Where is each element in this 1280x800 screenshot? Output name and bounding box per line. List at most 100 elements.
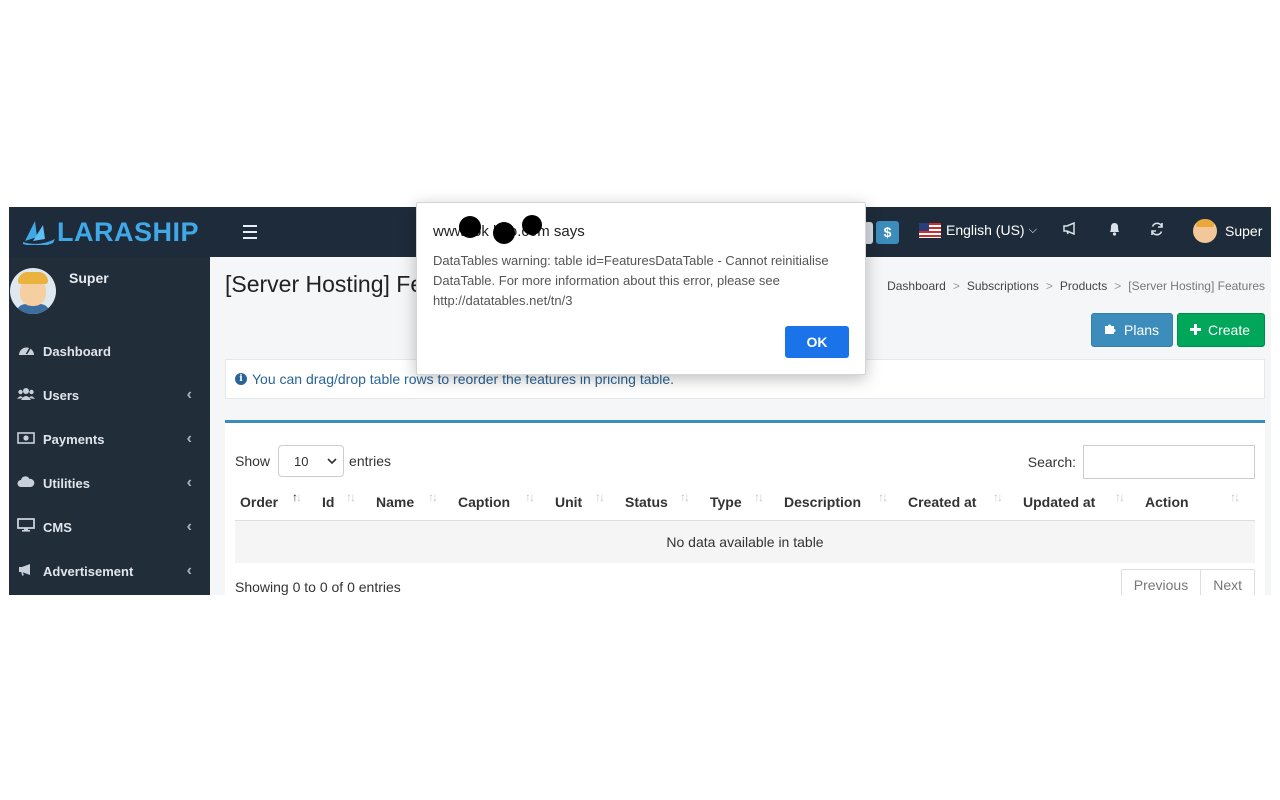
user-menu[interactable]: Super xyxy=(1193,219,1262,243)
sidebar-item-label: Advertisement xyxy=(43,563,134,579)
sort-icon[interactable]: ↑↓ xyxy=(1115,490,1125,504)
features-table-box: Show 10 entries Search: Order ↑↓ Id ↑↓ N… xyxy=(225,420,1265,595)
show-label: Show xyxy=(235,453,271,469)
sort-icon[interactable]: ↑↓ xyxy=(1230,490,1240,504)
avatar xyxy=(1193,219,1217,243)
chevron-left-icon: ‹ xyxy=(186,518,192,535)
breadcrumb-separator: > xyxy=(1114,279,1122,293)
sort-icon[interactable]: ↑↓ xyxy=(428,490,438,504)
sidebar-user-panel: Super xyxy=(9,265,210,321)
breadcrumb-current: [Server Hosting] Features xyxy=(1128,279,1265,293)
users-icon xyxy=(16,387,36,404)
sort-ascending-icon[interactable]: ↑↓ xyxy=(292,490,302,504)
language-selector[interactable]: English (US) ⌵ xyxy=(919,222,1037,238)
sort-icon[interactable]: ↑↓ xyxy=(680,490,690,504)
sidebar-item-label: Dashboard xyxy=(43,343,111,359)
column-description[interactable]: Description xyxy=(784,494,861,510)
money-icon xyxy=(16,431,36,448)
table-header: Order ↑↓ Id ↑↓ Name ↑↓ Caption ↑↓ Unit ↑… xyxy=(235,490,1255,520)
user-name: Super xyxy=(1225,223,1263,239)
page-size-select[interactable]: 10 xyxy=(278,445,345,477)
chevron-down-icon xyxy=(327,458,337,464)
column-type[interactable]: Type xyxy=(710,494,742,510)
sort-icon[interactable]: ↑↓ xyxy=(993,490,1003,504)
page-size-value: 10 xyxy=(294,453,309,469)
table-info: Showing 0 to 0 of 0 entries xyxy=(235,579,401,595)
sort-icon[interactable]: ↑↓ xyxy=(346,490,356,504)
plus-icon xyxy=(1190,322,1201,338)
breadcrumb: Dashboard > Subscriptions > Products > [… xyxy=(887,279,1265,293)
column-caption[interactable]: Caption xyxy=(458,494,510,510)
sidebar-menu: Dashboard Users ‹ Payments ‹ Utilities ‹… xyxy=(9,329,210,593)
search-input[interactable] xyxy=(1083,445,1255,479)
dashboard-icon xyxy=(16,343,36,360)
create-label: Create xyxy=(1208,322,1251,338)
column-status[interactable]: Status xyxy=(625,494,668,510)
sort-icon[interactable]: ↑↓ xyxy=(595,490,605,504)
redaction-mark xyxy=(459,216,481,238)
dialog-message: DataTables warning: table id=FeaturesDat… xyxy=(433,253,829,308)
chevron-left-icon: ‹ xyxy=(186,562,192,579)
language-label: English (US) xyxy=(946,222,1025,238)
chevron-left-icon: ‹ xyxy=(186,386,192,403)
sidebar-item-advertisement[interactable]: Advertisement ‹ xyxy=(9,549,210,593)
sort-icon[interactable]: ↑↓ xyxy=(525,490,535,504)
column-name[interactable]: Name xyxy=(376,494,414,510)
sidebar-item-users[interactable]: Users ‹ xyxy=(9,373,210,417)
info-icon: i xyxy=(235,373,247,385)
sidebar-item-label: CMS xyxy=(43,519,72,535)
column-unit[interactable]: Unit xyxy=(555,494,582,510)
column-id[interactable]: Id xyxy=(322,494,334,510)
column-updated-at[interactable]: Updated at xyxy=(1023,494,1095,510)
breadcrumb-separator: > xyxy=(952,279,960,293)
bell-icon[interactable] xyxy=(1105,222,1123,240)
plans-label: Plans xyxy=(1124,322,1160,338)
bullhorn-icon[interactable] xyxy=(1061,221,1079,240)
menu-toggle-button[interactable] xyxy=(243,221,257,243)
chevron-left-icon: ‹ xyxy=(186,430,192,447)
logo[interactable]: LARASHIP xyxy=(23,215,199,249)
sort-icon[interactable]: ↑↓ xyxy=(754,490,764,504)
bullhorn-icon xyxy=(16,563,36,580)
currency-button[interactable]: $ xyxy=(876,221,899,244)
logo-text: LARASHIP xyxy=(57,216,200,247)
empty-table-row: No data available in table xyxy=(235,520,1255,563)
sidebar-user-name: Super xyxy=(69,270,109,286)
us-flag-icon xyxy=(919,222,941,238)
table-search: Search: xyxy=(1028,445,1255,479)
logo-icon xyxy=(23,221,55,245)
chevron-down-icon: ⌵ xyxy=(1028,223,1037,236)
create-button[interactable]: Create xyxy=(1177,313,1265,347)
alert-dialog: www. ok koo.com says DataTables warning:… xyxy=(416,202,866,375)
chevron-left-icon: ‹ xyxy=(186,474,192,491)
redaction-mark xyxy=(522,215,542,235)
column-action[interactable]: Action xyxy=(1145,494,1189,510)
breadcrumb-products[interactable]: Products xyxy=(1060,279,1107,293)
plans-button[interactable]: Plans xyxy=(1091,313,1173,347)
cloud-icon xyxy=(16,475,36,492)
sidebar-item-label: Users xyxy=(43,387,80,403)
sidebar-item-utilities[interactable]: Utilities ‹ xyxy=(9,461,210,505)
breadcrumb-separator: > xyxy=(1045,279,1053,293)
desktop-icon xyxy=(16,518,36,536)
sidebar-item-label: Utilities xyxy=(43,475,90,491)
breadcrumb-dashboard[interactable]: Dashboard xyxy=(887,279,946,293)
pagination: Previous Next xyxy=(1120,569,1255,595)
entries-label: entries xyxy=(349,453,392,469)
sidebar-item-label: Payments xyxy=(43,431,105,447)
sidebar-item-dashboard[interactable]: Dashboard xyxy=(9,329,210,373)
puzzle-icon xyxy=(1104,322,1117,338)
next-button[interactable]: Next xyxy=(1201,569,1255,595)
breadcrumb-subscriptions[interactable]: Subscriptions xyxy=(967,279,1039,293)
previous-button[interactable]: Previous xyxy=(1120,569,1202,595)
avatar xyxy=(10,268,56,314)
page-length-control: Show 10 entries xyxy=(235,445,391,477)
sidebar-item-payments[interactable]: Payments ‹ xyxy=(9,417,210,461)
column-created-at[interactable]: Created at xyxy=(908,494,976,510)
refresh-icon[interactable] xyxy=(1148,222,1166,240)
column-order[interactable]: Order xyxy=(240,494,278,510)
sidebar: Super Dashboard Users ‹ Payments ‹ Utili… xyxy=(9,257,210,595)
ok-button[interactable]: OK xyxy=(785,326,849,358)
sidebar-item-cms[interactable]: CMS ‹ xyxy=(9,505,210,549)
sort-icon[interactable]: ↑↓ xyxy=(878,490,888,504)
